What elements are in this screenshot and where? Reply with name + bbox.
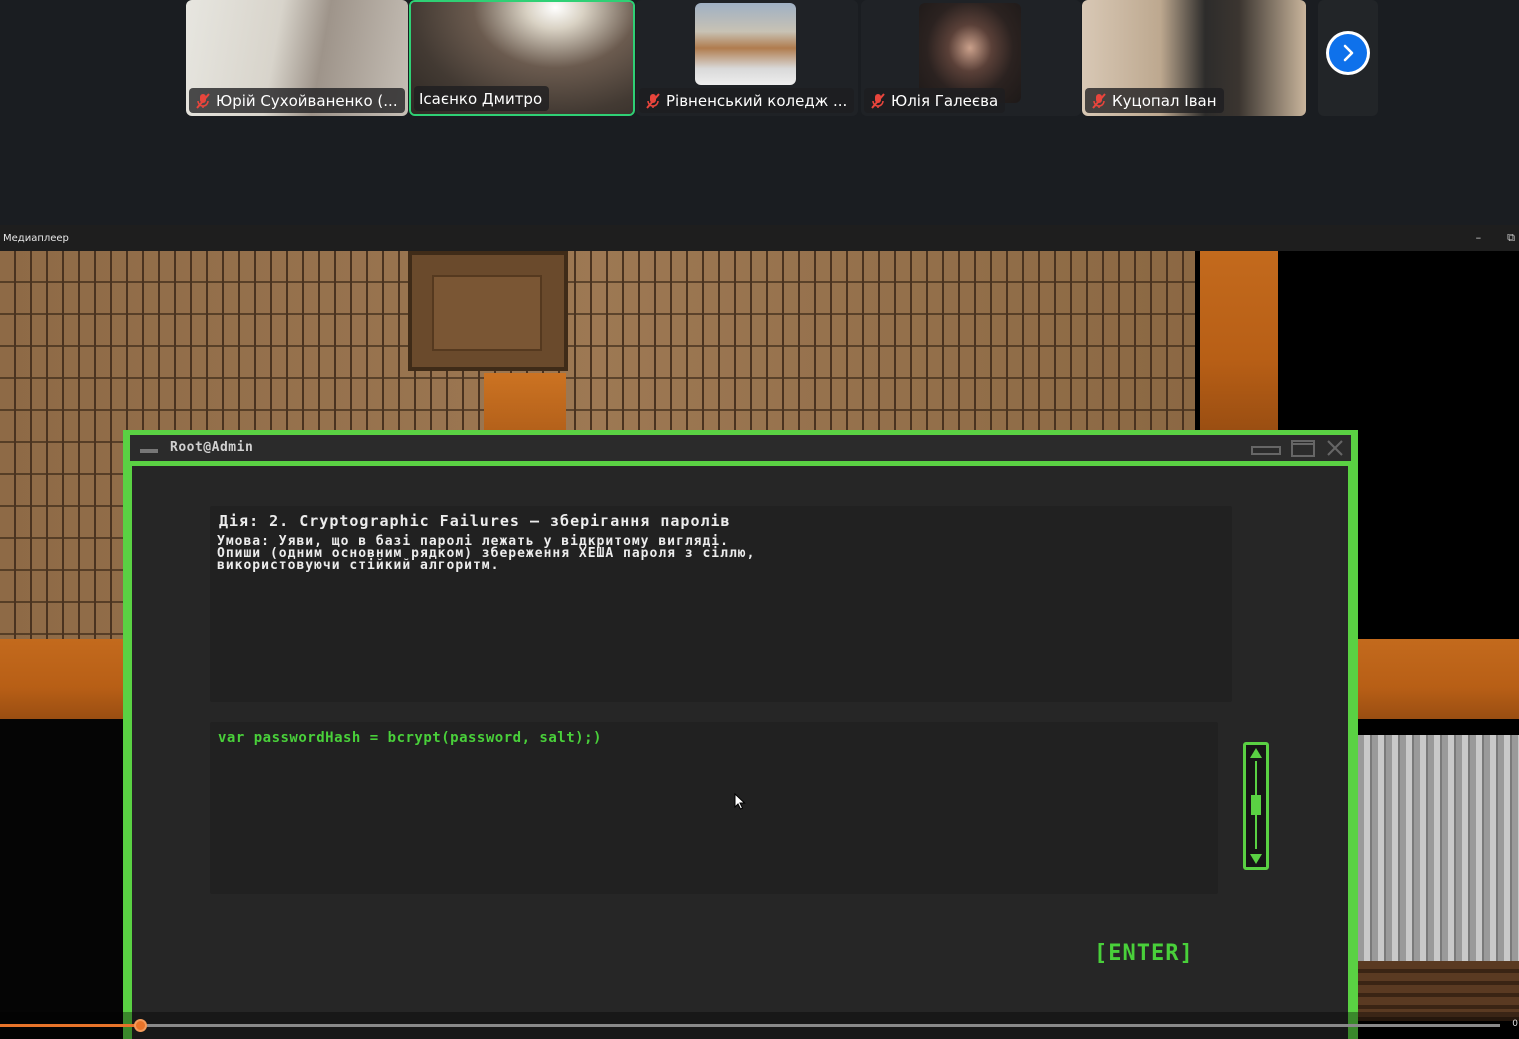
- participant-tile-active-speaker[interactable]: Ісаєнко Дмитро: [409, 0, 635, 116]
- mic-muted-icon: [1092, 92, 1106, 109]
- metal-shutter: [1358, 735, 1519, 961]
- mouse-pointer-icon: [734, 793, 746, 810]
- scrollbar-thumb[interactable]: [1251, 795, 1261, 815]
- terminal-window: Root@Admin Дія: 2. Cryptographic Failure…: [123, 430, 1358, 1039]
- seek-handle[interactable]: [133, 1019, 147, 1032]
- terminal-titlebar[interactable]: Root@Admin: [130, 435, 1351, 461]
- participant-nametag: Юлія Галеєва: [864, 88, 1006, 113]
- participant-avatar-image: [695, 3, 796, 85]
- close-icon[interactable]: [1326, 438, 1344, 458]
- participant-tile[interactable]: Куцопал Іван: [1082, 0, 1306, 116]
- enter-button[interactable]: [ENTER]: [1094, 941, 1194, 966]
- player-titlebar[interactable]: Медиаплеер – ⧉: [0, 225, 1519, 251]
- mic-muted-icon: [646, 92, 660, 109]
- next-participants-button[interactable]: [1326, 31, 1370, 75]
- participant-nametag: Куцопал Іван: [1085, 88, 1224, 113]
- task-condition: Умова: Уяви, що в базі паролі лежать у в…: [217, 534, 756, 573]
- terminal-body: Дія: 2. Cryptographic Failures – зберіга…: [132, 466, 1348, 1039]
- player-minimize-button[interactable]: –: [1476, 231, 1482, 245]
- task-title: Дія: 2. Cryptographic Failures – зберіга…: [219, 512, 731, 530]
- mic-muted-icon: [196, 92, 210, 109]
- chevron-right-icon: [1343, 44, 1354, 62]
- media-player-window: Root@Admin Дія: 2. Cryptographic Failure…: [0, 225, 1519, 1039]
- task-description-panel: Дія: 2. Cryptographic Failures – зберіга…: [210, 506, 1232, 702]
- terminal-title: Root@Admin: [170, 440, 254, 455]
- minimize-icon[interactable]: [1250, 438, 1282, 458]
- floor-ledge: [0, 639, 124, 719]
- participant-name: Юрій Сухойваненко (...: [216, 91, 398, 110]
- wall-pillar: [484, 373, 566, 433]
- terminal-menu-icon: [140, 449, 158, 453]
- scroll-up-arrow-icon[interactable]: [1250, 748, 1262, 758]
- participant-tile[interactable]: Рівненський коледж ...: [636, 0, 858, 116]
- participant-name: Ісаєнко Дмитро: [419, 89, 543, 108]
- code-input-panel: [210, 722, 1218, 894]
- seek-bar[interactable]: 0: [0, 1012, 1519, 1039]
- participant-nametag: Рівненський коледж ...: [639, 88, 855, 113]
- participant-nametag: Юрій Сухойваненко (...: [189, 88, 405, 113]
- player-restore-button[interactable]: ⧉: [1507, 231, 1515, 245]
- game-scene: Root@Admin Дія: 2. Cryptographic Failure…: [0, 225, 1519, 1039]
- mic-muted-icon: [871, 92, 885, 109]
- participant-name: Куцопал Іван: [1112, 91, 1217, 110]
- video-conference-strip: Юрій Сухойваненко (... Ісаєнко Дмитро Рі…: [0, 0, 1519, 225]
- time-label: 0: [1512, 1019, 1518, 1029]
- door: [408, 251, 568, 371]
- floor-ledge: [1358, 639, 1519, 719]
- code-input[interactable]: [218, 730, 1208, 880]
- wall-column: [1200, 251, 1278, 431]
- dark-area: [0, 719, 124, 1039]
- participant-tile[interactable]: Юлія Галеєва: [861, 0, 1081, 116]
- participant-name: Юлія Галеєва: [891, 91, 999, 110]
- participant-name: Рівненський коледж ...: [666, 91, 848, 110]
- seek-progress-fill: [0, 1024, 140, 1027]
- code-scrollbar[interactable]: [1243, 742, 1269, 870]
- seek-track[interactable]: [0, 1019, 1500, 1032]
- player-title: Медиаплеер: [3, 232, 69, 244]
- scroll-down-arrow-icon[interactable]: [1250, 854, 1262, 864]
- participant-tile[interactable]: Юрій Сухойваненко (...: [186, 0, 408, 116]
- maximize-icon[interactable]: [1290, 438, 1316, 458]
- participant-nametag: Ісаєнко Дмитро: [414, 86, 550, 111]
